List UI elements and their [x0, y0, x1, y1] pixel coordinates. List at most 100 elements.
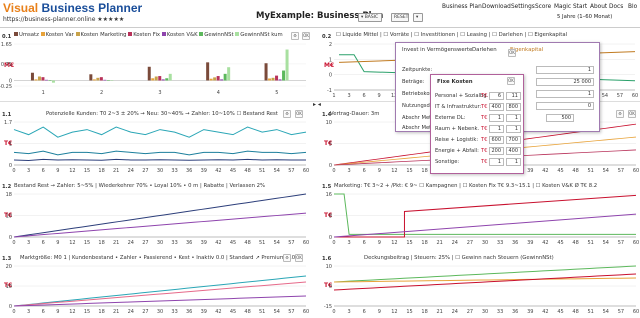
- bar-kosten-marketing: [213, 77, 217, 81]
- x-tick-label: 9: [378, 309, 381, 315]
- x-tick-label: 3: [27, 309, 30, 315]
- x-tick-label: 18: [421, 240, 427, 246]
- x-tick-label: 54: [603, 240, 609, 246]
- fix-row-max-input[interactable]: 800: [506, 103, 521, 111]
- x-tick-label: 54: [274, 309, 280, 315]
- menu-blog[interactable]: Blo: [628, 4, 637, 10]
- x-tick-label: 15: [406, 240, 412, 246]
- x-tick-label: 27: [142, 168, 148, 174]
- fix-row-max-input[interactable]: 1: [506, 114, 521, 122]
- ok-button[interactable]: OK: [508, 49, 516, 57]
- x-tick-label: 51: [588, 168, 594, 174]
- menu-download[interactable]: Download: [482, 4, 511, 10]
- bar-gewinnnst: [165, 78, 169, 81]
- fix-row-max-input[interactable]: 400: [506, 147, 521, 155]
- menu-magic[interactable]: Magic: [554, 4, 571, 10]
- bar-gewinnnst-kum: [168, 73, 172, 81]
- x-tick-label: 6: [42, 168, 45, 174]
- line-chart: 100-150 3 6 9 12 15 18 21 24 27 30 33 36 39 42 45 48 51 54…: [324, 264, 639, 315]
- darlehen-input[interactable]: 500: [546, 114, 574, 122]
- x-tick-label: 39: [201, 168, 207, 174]
- eigen-betrag-input[interactable]: 25 000: [536, 78, 594, 86]
- menu-business-plan[interactable]: Business Plan: [442, 4, 482, 10]
- eigen-input-3[interactable]: 1: [536, 90, 594, 98]
- bar-gewinnnst-kum: [227, 67, 231, 81]
- y-tick-label: -1: [327, 88, 332, 94]
- top-bar: Visual Business Planner https://business…: [0, 0, 640, 28]
- x-tick-label: 57: [288, 168, 294, 174]
- bar-kosten-marketing: [96, 77, 100, 81]
- y-tick-label: -15: [324, 304, 332, 310]
- menu-docs[interactable]: Docs: [609, 4, 623, 10]
- x-tick-label: 27: [467, 309, 473, 315]
- menu-about[interactable]: About: [590, 4, 607, 10]
- fix-row-max-input[interactable]: 700: [506, 136, 521, 144]
- x-tick-label: 15: [84, 240, 90, 246]
- eigen-input-4[interactable]: 0: [536, 102, 594, 110]
- logo-business-planner: Business Planner: [41, 1, 143, 15]
- x-tick-label: 9: [378, 240, 381, 246]
- app-logo[interactable]: Visual Business Planner: [3, 1, 142, 15]
- x-tick-label: 24: [128, 240, 134, 246]
- x-tick-label: 24: [128, 309, 134, 315]
- x-tick-label: 48: [572, 309, 578, 315]
- series-line-zahler: [13, 281, 307, 307]
- fixe-kosten-title: Fixe Kosten: [437, 79, 473, 85]
- x-tick-label: 24: [452, 309, 458, 315]
- x-tick-label: 3: [27, 168, 30, 174]
- plan-mode-select[interactable]: ▾ BASIC: [358, 13, 382, 22]
- x-tick-label: 60: [633, 240, 639, 246]
- fix-row-min-input[interactable]: 200: [489, 147, 504, 155]
- bar-kosten-v-k: [278, 79, 282, 81]
- y-tick-label: 1: [9, 142, 12, 148]
- site-url[interactable]: https://business-planner.online ★★★★★: [3, 16, 124, 23]
- x-tick-label: 0: [332, 168, 335, 174]
- fix-row-min-input[interactable]: 1: [489, 114, 504, 122]
- menu-score[interactable]: Score: [535, 4, 551, 10]
- menu-settings[interactable]: Settings: [511, 4, 535, 10]
- x-tick-label: 3: [348, 240, 351, 246]
- x-tick-label: 24: [128, 168, 134, 174]
- x-tick-label: 12: [391, 168, 397, 174]
- years-select[interactable]: 5 Jahre (1–60 Monat): [557, 14, 612, 20]
- fix-row-min-input[interactable]: 600: [489, 136, 504, 144]
- x-tick-label: 21: [437, 240, 443, 246]
- fix-row-max-input[interactable]: 1: [506, 125, 521, 133]
- series-line-kampagnen: [334, 193, 636, 235]
- arrow-button[interactable]: ▾: [413, 13, 423, 22]
- fix-row-min-input[interactable]: 6: [489, 92, 504, 100]
- reset-button[interactable]: RESET: [391, 13, 409, 22]
- fix-row-label: IT & Infrastruktur:: [435, 104, 482, 110]
- x-tick-label: 18: [421, 168, 427, 174]
- y-tick-label: -0.25: [0, 84, 12, 90]
- bar-kosten-var: [151, 78, 155, 81]
- fix-row-max-input[interactable]: 11: [506, 92, 521, 100]
- x-tick-label: 27: [467, 240, 473, 246]
- menu-start[interactable]: Start: [573, 4, 587, 10]
- x-tick-label: 33: [497, 240, 503, 246]
- fix-row-min-input[interactable]: 1: [489, 158, 504, 166]
- x-tick-label: 12: [69, 309, 75, 315]
- tab-darlehen[interactable]: Darlehen: [472, 47, 497, 53]
- x-tick-label: 21: [113, 309, 119, 315]
- x-tick-label: 60: [633, 309, 639, 315]
- x-tick-label: 54: [274, 240, 280, 246]
- fix-row-min-input[interactable]: 400: [489, 103, 504, 111]
- x-tick-label: 21: [113, 240, 119, 246]
- eigen-zeitpunkt-input[interactable]: 1: [536, 66, 594, 74]
- x-tick-label: 0: [332, 309, 335, 315]
- x-tick-label: 42: [215, 309, 221, 315]
- panel-1-5: 1.5 T€ Marketing: T€ 3~2 + /Pkt: € 9~ ☐ …: [320, 180, 640, 249]
- fix-row-min-input[interactable]: 1: [489, 125, 504, 133]
- fix-row-max-input[interactable]: 1: [506, 158, 521, 166]
- bar-kosten-var: [209, 78, 213, 81]
- series-line-zahler: [13, 212, 307, 238]
- x-tick-label: 42: [542, 168, 548, 174]
- y-tick-label: 10: [6, 214, 12, 220]
- bar-gewinnnst-kum: [51, 80, 55, 83]
- x-tick-label: 48: [244, 240, 250, 246]
- splitter-handle[interactable]: ▸ ◂: [313, 101, 321, 108]
- ok-button[interactable]: OK: [507, 77, 515, 85]
- x-tick-label: 27: [142, 309, 148, 315]
- x-tick-label: 39: [527, 309, 533, 315]
